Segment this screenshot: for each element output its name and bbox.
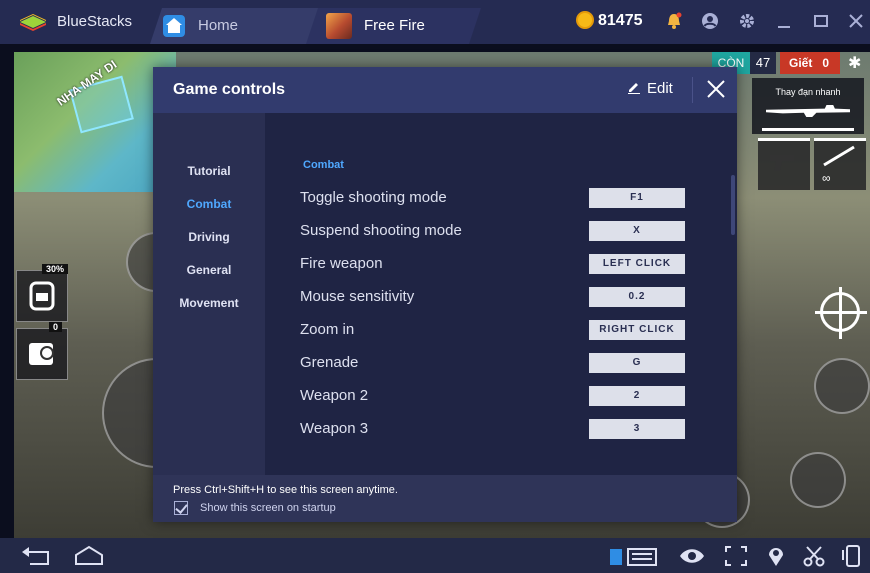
control-label: Weapon 3 <box>300 420 369 437</box>
backpack-icon <box>29 281 55 311</box>
nav-tutorial[interactable]: Tutorial <box>153 164 265 178</box>
coin-count: 81475 <box>598 12 643 29</box>
scissors-icon[interactable] <box>802 544 826 568</box>
maximize-icon[interactable] <box>811 12 831 32</box>
tab-free-fire[interactable]: Free Fire <box>306 8 481 44</box>
home-icon <box>163 15 185 37</box>
key-binding-button[interactable]: RIGHT CLICK <box>589 320 685 340</box>
backpack-percent: 30% <box>42 264 69 274</box>
scrollbar[interactable] <box>731 175 735 235</box>
weapon-ammo-bar <box>762 128 854 131</box>
rotate-device-icon[interactable] <box>840 544 864 568</box>
key-binding-button[interactable]: 0.2 <box>589 287 685 307</box>
rifle-icon <box>766 105 850 117</box>
kill-count: 0 <box>822 56 830 70</box>
minimap[interactable]: NHA MAY DI <box>14 52 176 192</box>
notification-bell-icon[interactable] <box>664 12 684 32</box>
free-fire-app-icon <box>326 13 352 39</box>
control-label: Suspend shooting mode <box>300 222 462 239</box>
back-icon[interactable] <box>20 544 54 568</box>
account-icon[interactable] <box>700 12 720 32</box>
home-outline-icon[interactable] <box>72 544 106 568</box>
keyboard-icon[interactable] <box>608 544 660 568</box>
control-label: Fire weapon <box>300 255 383 272</box>
pencil-icon <box>628 83 640 94</box>
key-binding-button[interactable]: 3 <box>589 419 685 439</box>
weapon-label: Thay đạn nhanh <box>775 87 841 97</box>
melee-slot[interactable]: ∞ <box>814 138 866 190</box>
edit-button[interactable]: Edit <box>627 80 673 100</box>
key-binding-button[interactable]: X <box>589 221 685 241</box>
app-name: BlueStacks <box>57 13 133 30</box>
key-binding-button[interactable]: G <box>589 353 685 373</box>
section-title: Combat <box>303 159 344 171</box>
bluestacks-logo-icon <box>20 14 46 31</box>
medkit-button[interactable] <box>16 328 68 380</box>
nav-combat[interactable]: Combat <box>153 197 265 211</box>
alive-count: 47 <box>750 52 776 74</box>
location-icon[interactable] <box>764 544 788 568</box>
backpack-button[interactable] <box>16 270 68 322</box>
dialog-header: Game controls Edit <box>153 67 737 113</box>
nav-movement[interactable]: Movement <box>153 296 265 310</box>
prone-button[interactable] <box>790 452 846 508</box>
tab-home[interactable]: Home <box>150 8 320 44</box>
fullscreen-icon[interactable] <box>722 544 750 568</box>
coin-icon <box>576 11 594 29</box>
aim-crosshair-icon[interactable] <box>815 287 867 339</box>
nav-general[interactable]: General <box>153 263 265 277</box>
controls-list: Combat Toggle shooting mode F1 Suspend s… <box>265 113 737 475</box>
dialog-title: Game controls <box>173 81 286 98</box>
header-divider <box>692 77 693 103</box>
edit-label: Edit <box>647 80 673 97</box>
controls-sidebar: Tutorial Combat Driving General Movement <box>153 113 265 475</box>
show-on-startup-label: Show this screen on startup <box>200 502 336 514</box>
key-binding-button[interactable]: F1 <box>589 188 685 208</box>
eye-icon[interactable] <box>678 544 706 568</box>
pistol-slot[interactable] <box>758 138 810 190</box>
control-label: Weapon 2 <box>300 387 369 404</box>
tab-free-fire-label: Free Fire <box>364 17 425 34</box>
show-on-startup-checkbox[interactable] <box>174 501 188 515</box>
tab-home-label: Home <box>198 17 239 34</box>
kill-label: Giết <box>789 56 813 70</box>
close-icon[interactable] <box>846 12 866 32</box>
ammo-infinity: ∞ <box>822 171 831 185</box>
dialog-footer: Press Ctrl+Shift+H to see this screen an… <box>153 475 737 522</box>
control-label: Grenade <box>300 354 359 371</box>
control-label: Mouse sensitivity <box>300 288 415 305</box>
pistol-icon <box>770 155 794 171</box>
title-bar: BlueStacks Home Free Fire 81475 <box>0 0 870 44</box>
crouch-button[interactable] <box>814 358 870 414</box>
medkit-icon <box>29 343 54 365</box>
kill-counter: Giết 0 <box>780 52 840 74</box>
bottom-bar <box>0 538 870 573</box>
knife-icon <box>823 145 855 167</box>
medkit-count: 0 <box>49 322 63 332</box>
settings-gear-icon[interactable] <box>737 12 757 32</box>
dialog-close-icon[interactable] <box>703 76 729 102</box>
minimize-icon[interactable] <box>774 12 794 32</box>
nav-driving[interactable]: Driving <box>153 230 265 244</box>
key-binding-button[interactable]: LEFT CLICK <box>589 254 685 274</box>
game-controls-dialog: Game controls Edit Tutorial Combat Drivi… <box>153 67 737 522</box>
shortcut-hint: Press Ctrl+Shift+H to see this screen an… <box>173 484 398 496</box>
key-binding-button[interactable]: 2 <box>589 386 685 406</box>
control-label: Toggle shooting mode <box>300 189 447 206</box>
control-label: Zoom in <box>300 321 355 338</box>
primary-weapon-slot[interactable]: Thay đạn nhanh <box>752 78 864 134</box>
game-settings-icon[interactable]: ✱ <box>848 53 861 73</box>
